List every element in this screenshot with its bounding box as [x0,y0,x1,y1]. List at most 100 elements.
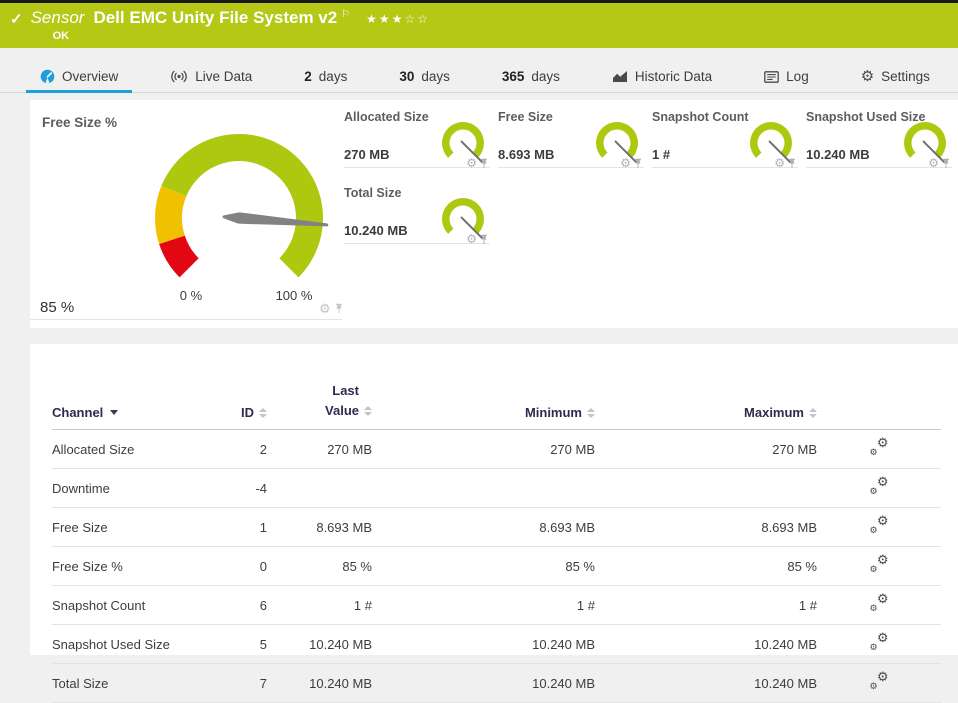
channel-tile-snapshot-count: Snapshot Count 1 # ⚙ [652,100,798,168]
sort-arrows-icon [587,408,595,418]
pin-icon[interactable] [787,158,797,169]
sort-caret-down-icon [110,410,118,415]
channel-settings-gears-icon[interactable]: ⚙⚙ [870,478,889,495]
pin-icon[interactable] [479,158,489,169]
tab-label: days [319,69,348,84]
column-header-maximum[interactable]: Maximum [595,381,817,430]
header-label: Maximum [744,405,804,420]
primary-channel-title: Free Size % [42,115,117,130]
cell-last-value: 85 % [267,547,372,586]
tile-settings-gear-icon[interactable]: ⚙ [774,157,785,169]
cell-channel: Total Size [52,664,202,703]
gauge-max-label: 100 % [268,288,320,303]
channel-tile-allocated-size: Allocated Size 270 MB ⚙ [344,100,490,168]
pin-icon[interactable] [941,158,951,169]
cell-minimum: 10.240 MB [372,664,595,703]
gauges-panel: Free Size % 0 % 100 % 85 % ⚙ Allocated S… [30,100,958,328]
free-size-percent-gauge [144,123,334,313]
sensor-header: ✓ Sensor Dell EMC Unity File System v2 ⚐… [0,3,958,48]
tile-settings-gear-icon[interactable]: ⚙ [466,157,477,169]
tab-number: 2 [304,69,312,84]
tab-number: 30 [399,69,414,84]
object-kind-label: Sensor [31,8,85,28]
tab-label: Live Data [195,69,252,84]
cell-minimum: 85 % [372,547,595,586]
sensor-title: Dell EMC Unity File System v2 [93,8,337,28]
tile-title: Allocated Size [344,110,429,124]
table-row: Downtime -4 ⚙⚙ [52,469,941,508]
channel-settings-gears-icon[interactable]: ⚙⚙ [870,595,889,612]
header-label: ID [241,405,254,420]
cell-channel: Snapshot Count [52,586,202,625]
cell-last-value: 10.240 MB [267,664,372,703]
table-header-row: Channel ID Last Value Minimum Maximum [52,381,941,430]
flag-icon[interactable]: ⚐ [341,9,350,20]
tab-live-data[interactable]: Live Data [156,69,266,92]
cell-maximum: 85 % [595,547,817,586]
cell-channel: Downtime [52,469,202,508]
column-header-last-value[interactable]: Last Value [267,381,372,430]
tab-30-days[interactable]: 30 days [385,69,464,92]
cell-channel: Free Size % [52,547,202,586]
cell-id: 7 [202,664,267,703]
tile-title: Free Size [498,110,553,124]
tab-historic-data[interactable]: Historic Data [598,69,726,92]
tab-label: Overview [62,69,118,84]
tile-settings-gear-icon[interactable]: ⚙ [319,302,331,315]
priority-stars[interactable]: ★★★☆☆ [366,12,430,26]
cell-last-value: 270 MB [267,430,372,469]
tile-value: 270 MB [344,147,390,162]
column-header-id[interactable]: ID [202,381,267,430]
table-row: Snapshot Count 6 1 # 1 # 1 # ⚙⚙ [52,586,941,625]
tab-label: days [531,69,560,84]
gear-icon: ⚙ [861,69,874,84]
tab-log[interactable]: Log [750,69,823,92]
cell-id: 1 [202,508,267,547]
tab-365-days[interactable]: 365 days [488,69,574,92]
cell-maximum [595,469,817,508]
header-label: Last Value [315,381,359,420]
table-row: Free Size % 0 85 % 85 % 85 % ⚙⚙ [52,547,941,586]
channels-table-panel: Channel ID Last Value Minimum Maximum [30,344,958,655]
pin-icon[interactable] [479,234,489,245]
channel-settings-gears-icon[interactable]: ⚙⚙ [870,517,889,534]
cell-maximum: 1 # [595,586,817,625]
channel-tile-snapshot-used-size: Snapshot Used Size 10.240 MB ⚙ [806,100,952,168]
table-row: Allocated Size 2 270 MB 270 MB 270 MB ⚙⚙ [52,430,941,469]
pin-icon[interactable] [633,158,643,169]
gauge-min-label: 0 % [171,288,211,303]
tab-settings[interactable]: ⚙ Settings [847,69,944,92]
cell-maximum: 270 MB [595,430,817,469]
pin-icon[interactable] [334,303,344,314]
channel-settings-gears-icon[interactable]: ⚙⚙ [870,673,889,690]
sort-arrows-icon [259,408,267,418]
cell-id: 0 [202,547,267,586]
tile-value: 1 # [652,147,670,162]
tab-label: Settings [881,69,930,84]
column-header-minimum[interactable]: Minimum [372,381,595,430]
gauge-icon [40,69,55,84]
sensor-status-badge: OK [53,30,430,42]
tile-settings-gear-icon[interactable]: ⚙ [928,157,939,169]
header-label: Channel [52,405,103,420]
tab-overview[interactable]: Overview [26,69,132,92]
channel-settings-gears-icon[interactable]: ⚙⚙ [870,634,889,651]
tile-value: 8.693 MB [498,147,554,162]
cell-maximum: 8.693 MB [595,508,817,547]
column-header-channel[interactable]: Channel [52,381,202,430]
tile-settings-gear-icon[interactable]: ⚙ [620,157,631,169]
sensor-tabbar: Overview Live Data 2 days 30 days 365 da… [0,69,958,93]
overview-content: Free Size % 0 % 100 % 85 % ⚙ Allocated S… [0,100,958,655]
cell-id: 2 [202,430,267,469]
tile-title: Snapshot Count [652,110,749,124]
tile-title: Total Size [344,186,401,200]
tab-label: Log [786,69,809,84]
log-icon [764,71,779,83]
tab-2-days[interactable]: 2 days [290,69,361,92]
channel-settings-gears-icon[interactable]: ⚙⚙ [870,556,889,573]
cell-channel: Free Size [52,508,202,547]
tile-settings-gear-icon[interactable]: ⚙ [466,233,477,245]
status-ok-check-icon: ✓ [10,10,23,28]
primary-channel-tile: Free Size % 0 % 100 % 85 % ⚙ [30,100,342,320]
channel-settings-gears-icon[interactable]: ⚙⚙ [870,439,889,456]
